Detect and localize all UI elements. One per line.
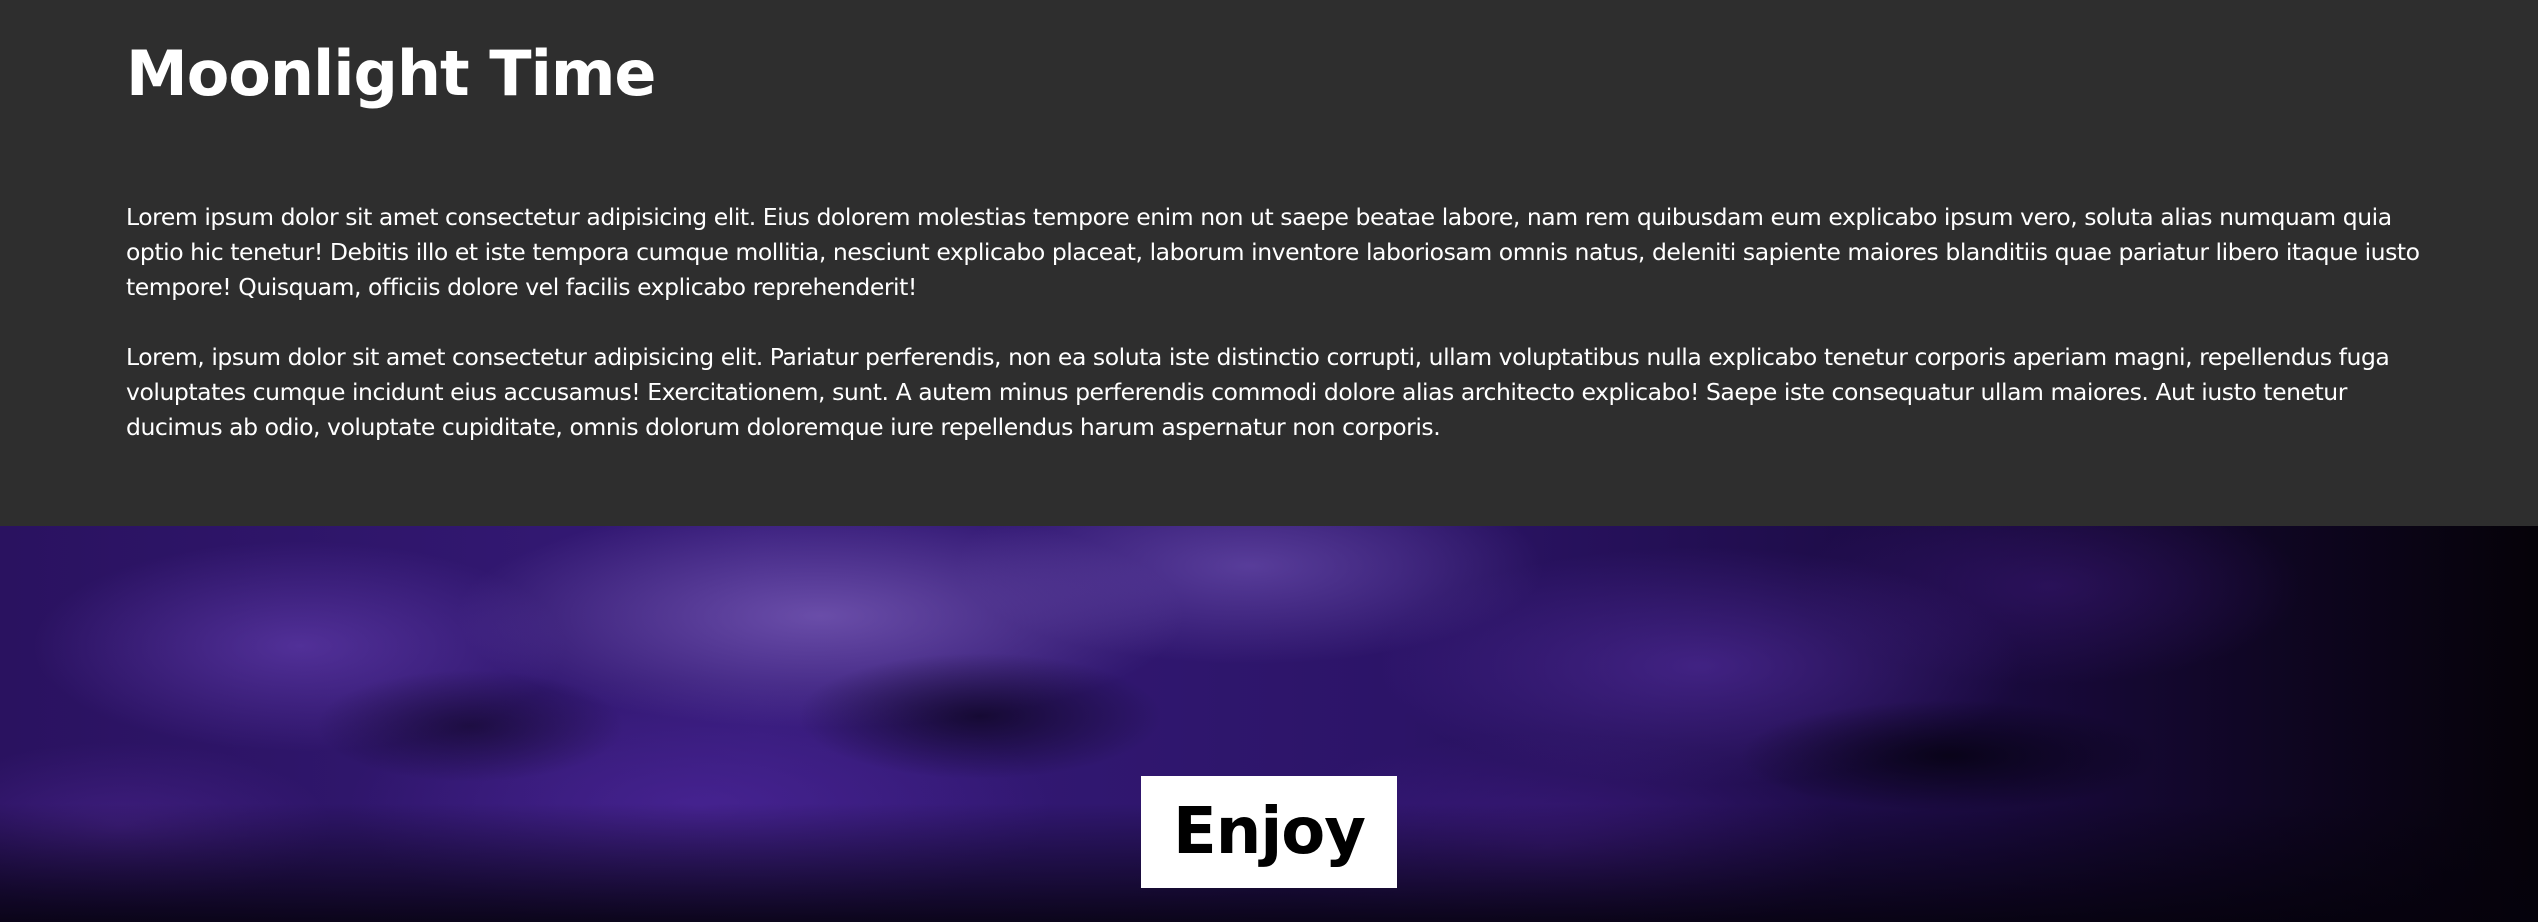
paragraph-2: Lorem, ipsum dolor sit amet consectetur … (126, 343, 2390, 441)
moonlight-section: Moonlight Time Lorem ipsum dolor sit ame… (0, 0, 2538, 526)
enjoy-label-box: Enjoy (1141, 776, 1397, 888)
page: Moonlight Time Lorem ipsum dolor sit ame… (0, 0, 2538, 922)
section-title: Moonlight Time (126, 37, 656, 110)
paragraph-1: Lorem ipsum dolor sit amet consectetur a… (126, 203, 2420, 301)
enjoy-label: Enjoy (1173, 795, 1366, 869)
